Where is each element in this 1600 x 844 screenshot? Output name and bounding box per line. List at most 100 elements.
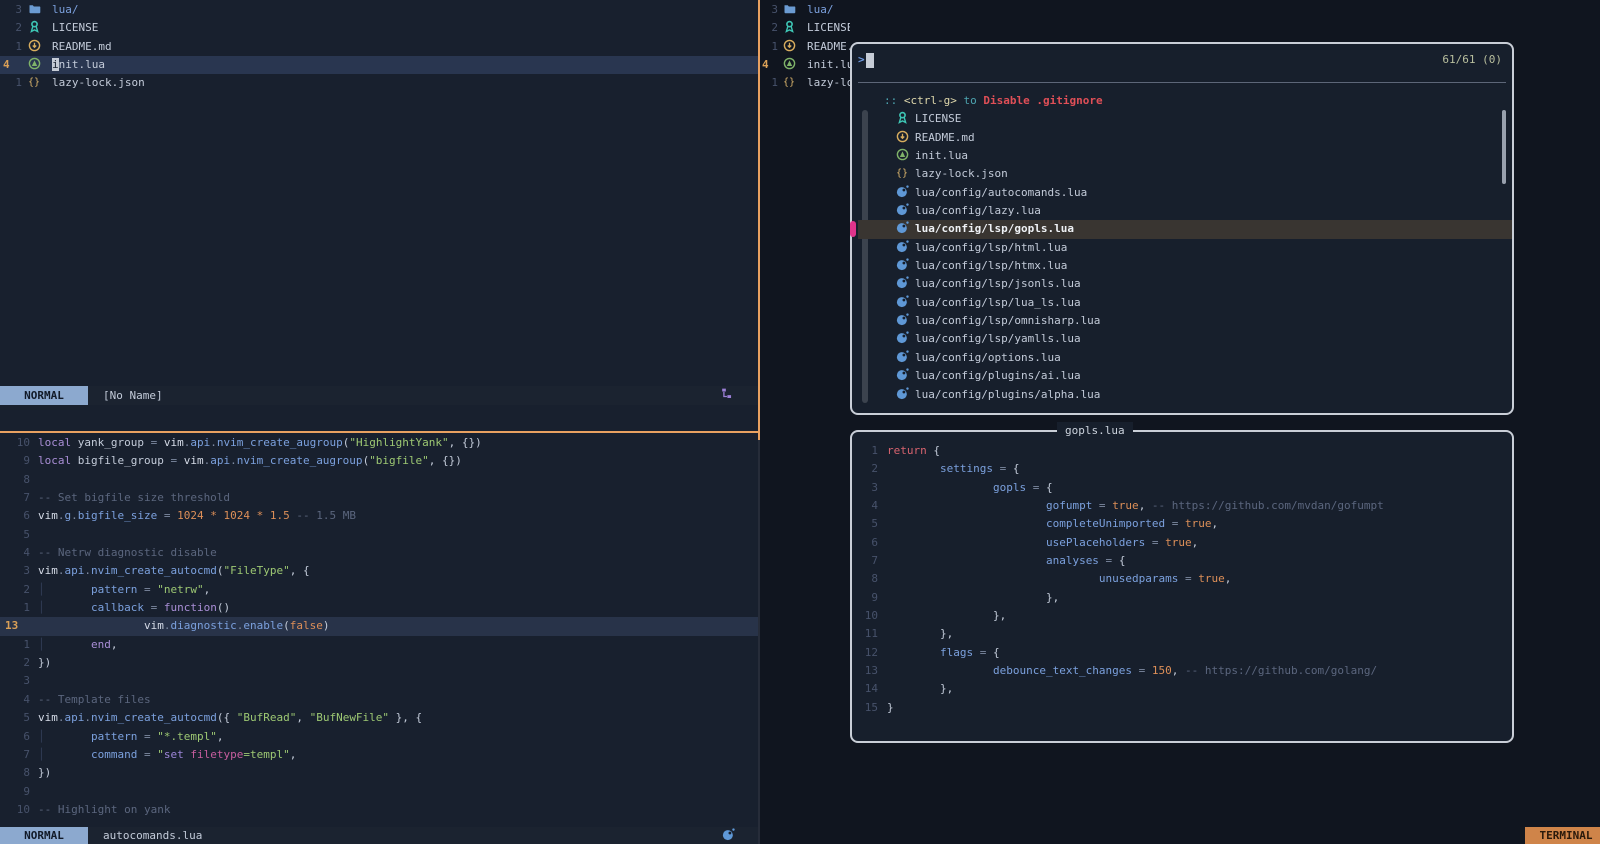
file-tree-item[interactable]: 1{}lazy-lock.json (760, 74, 850, 92)
code-line[interactable]: 7│ command = "set filetype=templ", (0, 746, 758, 764)
code-line[interactable]: 6vim.g.bigfile_size = 1024 * 1024 * 1.5 … (0, 507, 758, 525)
telescope-result-item[interactable]: lua/config/lsp/jsonls.lua (852, 275, 1512, 293)
file-name: lazy-lock.json (52, 74, 145, 92)
file-tree-item[interactable]: 4init.lua (760, 56, 850, 74)
telescope-result-item[interactable]: lua/config/plugins/ai.lua (852, 367, 1512, 385)
result-path: lua/config/lsp/yamlls.lua (915, 332, 1081, 345)
preview-code: 1return {2 settings = {3 gopls = {4 gofu… (856, 442, 1510, 717)
svg-text:{}: {} (783, 77, 795, 88)
init-icon (28, 56, 52, 74)
readme-icon (28, 38, 52, 56)
code-line[interactable]: 3 (0, 672, 758, 690)
telescope-result-item[interactable]: lua/config/lsp/gopls.lua (852, 220, 1512, 238)
code-line[interactable]: 10local yank_group = vim.api.nvim_create… (0, 434, 758, 452)
lua-icon (896, 294, 915, 312)
telescope-result-item[interactable]: README.md (852, 129, 1512, 147)
result-path: lua/config/autocomands.lua (915, 186, 1087, 199)
result-path: lua/config/plugins/ai.lua (915, 369, 1081, 382)
mode-badge: NORMAL (0, 827, 88, 844)
folder-icon (783, 1, 807, 19)
statusline-filename: [No Name] (103, 389, 163, 402)
preview-line: 9 }, (856, 589, 1510, 607)
telescope-result-item[interactable]: lua/config/lsp/lua_ls.lua (852, 294, 1512, 312)
file-tree-item[interactable]: 1README.md (0, 38, 758, 56)
code-line[interactable]: 2│ pattern = "netrw", (0, 581, 758, 599)
code-line[interactable]: 2}) (0, 654, 758, 672)
lua-icon (896, 257, 915, 275)
code-line[interactable]: 1│ end, (0, 636, 758, 654)
file-tree-item[interactable]: 1{}lazy-lock.json (0, 74, 758, 92)
telescope-result-item[interactable]: lua/config/options.lua (852, 349, 1512, 367)
code-line[interactable]: 9local bigfile_group = vim.api.nvim_crea… (0, 452, 758, 470)
preview-line: 8 unusedparams = true, (856, 570, 1510, 588)
code-line[interactable]: 4-- Netrw diagnostic disable (0, 544, 758, 562)
code-line[interactable]: 9 (0, 783, 758, 801)
code-line[interactable]: 13 vim.diagnostic.enable(false) (0, 617, 758, 635)
result-path: lua/config/lsp/gopls.lua (915, 222, 1074, 235)
file-tree-icon (720, 387, 744, 401)
telescope-result-item[interactable]: LICENSE (852, 110, 1512, 128)
code-line[interactable]: 8}) (0, 764, 758, 782)
svg-text:{}: {} (896, 168, 908, 179)
telescope-result-item[interactable]: lua/config/lsp/html.lua (852, 239, 1512, 257)
prompt-caret-icon: > (858, 50, 865, 70)
code-line[interactable]: 5 (0, 526, 758, 544)
file-tree-item[interactable]: 3lua/ (760, 1, 850, 19)
preview-line: 3 gopls = { (856, 479, 1510, 497)
preview-line: 12 flags = { (856, 644, 1510, 662)
code-line[interactable]: 4-- Template files (0, 691, 758, 709)
telescope-result-item[interactable]: {} lazy-lock.json (852, 165, 1512, 183)
telescope-result-item[interactable]: lua/config/lsp/omnisharp.lua (852, 312, 1512, 330)
telescope-result-item[interactable]: init.lua (852, 147, 1512, 165)
result-path: lazy-lock.json (915, 167, 1008, 180)
file-explorer: 3lua/2LICENSE1README.md4init.lua1{}lazy-… (0, 1, 758, 93)
preview-line: 6 usePlaceholders = true, (856, 534, 1510, 552)
code-line[interactable]: 3vim.api.nvim_create_autocmd("FileType",… (0, 562, 758, 580)
code-line[interactable]: 5vim.api.nvim_create_autocmd({ "BufRead"… (0, 709, 758, 727)
statusline-explorer: NORMAL [No Name] (0, 386, 758, 405)
lua-icon (896, 202, 915, 220)
telescope-result-item[interactable]: lua/config/lsp/yamlls.lua (852, 330, 1512, 348)
code-line[interactable]: 1│ callback = function() (0, 599, 758, 617)
telescope-result-item[interactable]: lua/config/lsp/htmx.lua (852, 257, 1512, 275)
preview-line: 5 completeUnimported = true, (856, 515, 1510, 533)
result-path: lua/config/lsp/lua_ls.lua (915, 296, 1081, 309)
code-line[interactable]: 7-- Set bigfile size threshold (0, 489, 758, 507)
preview-line: 13 debounce_text_changes = 150, -- https… (856, 662, 1510, 680)
file-tree-item[interactable]: 3lua/ (0, 1, 758, 19)
license-icon (896, 110, 915, 128)
file-tree-item[interactable]: 4init.lua (0, 56, 758, 74)
telescope-result-item[interactable]: lua/config/autocomands.lua (852, 184, 1512, 202)
telescope-result-item[interactable]: lua/config/lazy.lua (852, 202, 1512, 220)
code-line[interactable]: 8 (0, 471, 758, 489)
left-pane: 3lua/2LICENSE1README.md4init.lua1{}lazy-… (0, 0, 758, 844)
telescope-prompt[interactable]: > 61/61 (0) (852, 50, 1512, 70)
statusline-terminal: TERMINAL sh [-] (1520, 827, 1600, 844)
prompt-separator (858, 82, 1506, 83)
code-buffer: 10local yank_group = vim.api.nvim_create… (0, 434, 758, 827)
mode-badge: TERMINAL (1525, 827, 1600, 844)
preview-window: gopls.lua 1return {2 settings = {3 gopls… (850, 430, 1514, 743)
block-cursor: i (52, 58, 59, 71)
results-scrollbar-thumb[interactable] (1502, 110, 1506, 184)
telescope-result-item[interactable]: lua/config/plugins/alpha.lua (852, 386, 1512, 404)
mode-badge: NORMAL (0, 386, 88, 405)
preview-line: 4 gofumpt = true, -- https://github.com/… (856, 497, 1510, 515)
statusline-filename: autocomands.lua (103, 829, 202, 842)
lua-icon (896, 239, 915, 257)
preview-line: 15} (856, 699, 1510, 717)
result-path: lua/config/plugins/alpha.lua (915, 388, 1100, 401)
init-icon (783, 56, 807, 74)
file-tree-item[interactable]: 1README.md (760, 38, 850, 56)
file-name: README.md (807, 38, 850, 56)
preview-line: 1return { (856, 442, 1510, 460)
lua-icon (722, 828, 746, 842)
file-tree-item[interactable]: 2LICENSE (0, 19, 758, 37)
result-path: lua/config/lsp/html.lua (915, 241, 1067, 254)
code-line[interactable]: 6│ pattern = "*.templ", (0, 728, 758, 746)
result-path: LICENSE (915, 112, 961, 125)
readme-icon (896, 129, 915, 147)
file-tree-item[interactable]: 2LICENSE (760, 19, 850, 37)
code-line[interactable]: 10-- Highlight on yank (0, 801, 758, 819)
result-path: init.lua (915, 149, 968, 162)
